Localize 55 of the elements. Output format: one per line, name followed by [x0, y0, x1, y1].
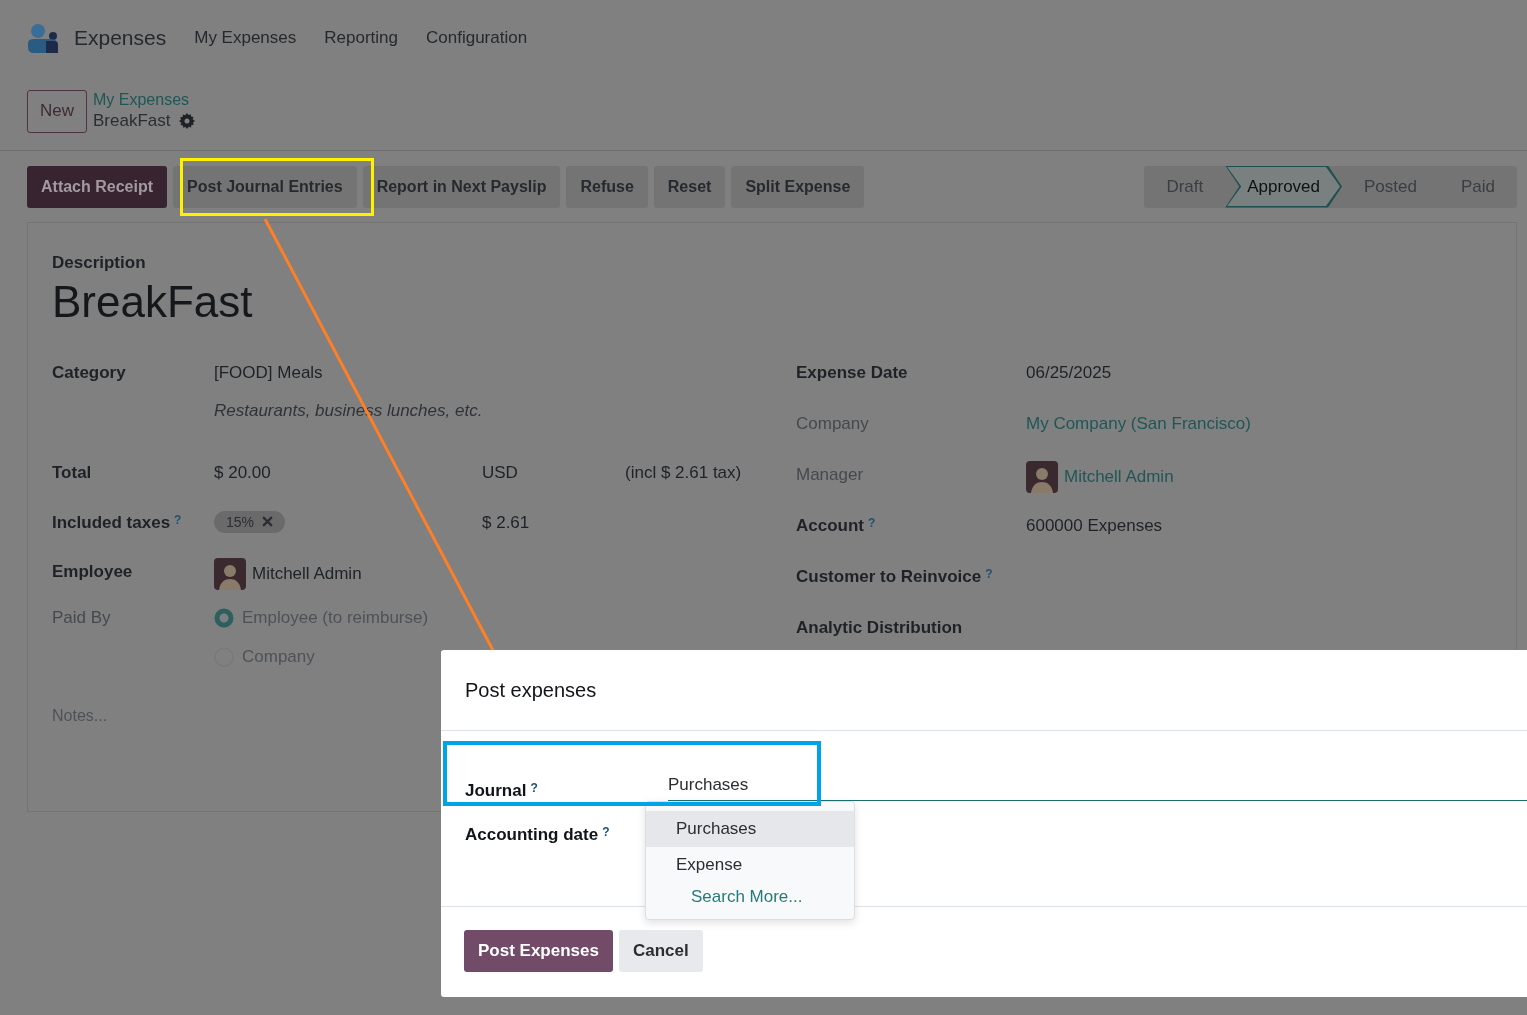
field-label: Customer to Reinvoice ?: [796, 567, 994, 587]
tax-note: (incl $ 2.61 tax): [625, 463, 743, 483]
action-button[interactable]: Report in Next Payslip: [362, 165, 561, 208]
field-label: Manager: [796, 465, 865, 485]
field-label: Total: [52, 463, 93, 483]
field-label: Category: [52, 363, 127, 383]
manager-link[interactable]: Mitchell Admin: [1064, 467, 1174, 487]
app-logo-icon[interactable]: [26, 23, 60, 53]
record-name: BreakFast: [93, 111, 171, 131]
field-value: $ 2.61: [482, 513, 531, 533]
new-button[interactable]: New: [27, 89, 87, 133]
field-value[interactable]: USD: [482, 463, 625, 483]
field-label: Included taxes ?: [52, 513, 183, 533]
dropdown-option[interactable]: Purchases: [646, 811, 854, 847]
expense-title[interactable]: BreakFast: [52, 277, 1492, 327]
field-label: Paid By: [52, 608, 112, 628]
status-stage[interactable]: Posted: [1342, 165, 1439, 208]
field-label: Company: [796, 414, 870, 434]
field-value: 600000 Expenses: [1026, 516, 1164, 536]
field-label: Employee: [52, 562, 134, 582]
field-label: Analytic Distribution: [796, 618, 964, 638]
field-label: Account ?: [796, 516, 877, 536]
status-stage[interactable]: Paid: [1438, 165, 1517, 208]
status-stage[interactable]: Approved: [1225, 165, 1343, 208]
action-button[interactable]: Attach Receipt: [27, 165, 168, 208]
field-label: Journal ?: [465, 781, 539, 801]
dropdown-option[interactable]: Expense: [646, 847, 854, 883]
field-value[interactable]: $ 20.00: [214, 463, 482, 483]
dialog-button[interactable]: Cancel: [618, 930, 703, 972]
menu-item[interactable]: Configuration: [426, 28, 528, 48]
field-value[interactable]: [FOOD] Meals: [214, 363, 796, 383]
search-more-link[interactable]: Search More...: [646, 883, 848, 911]
status-stage[interactable]: Draft: [1144, 165, 1226, 208]
field-label: Expense Date: [796, 363, 909, 383]
company-link[interactable]: My Company (San Francisco): [1026, 414, 1492, 434]
avatar-icon: [214, 558, 246, 590]
app-name[interactable]: Expenses: [74, 26, 167, 50]
settings-icon[interactable]: [178, 113, 195, 129]
breadcrumb-link[interactable]: My Expenses: [93, 91, 195, 109]
dialog-title: Post expenses: [465, 678, 597, 702]
field-value: 06/25/2025: [1026, 363, 1113, 383]
action-button[interactable]: Reset: [653, 165, 726, 208]
action-button[interactable]: Refuse: [566, 165, 648, 208]
menu-item[interactable]: Reporting: [324, 28, 398, 48]
tax-tag[interactable]: 15%: [214, 510, 286, 533]
field-label: Description: [52, 253, 147, 273]
action-button[interactable]: Post Journal Entries: [173, 165, 357, 208]
avatar-icon: [1026, 461, 1058, 493]
remove-icon[interactable]: [262, 516, 274, 527]
field-value[interactable]: Mitchell Admin: [252, 564, 362, 584]
field-label: Accounting date ?: [465, 825, 611, 845]
action-button[interactable]: Split Expense: [731, 165, 865, 208]
dialog-button[interactable]: Post Expenses: [464, 930, 613, 972]
menu-item[interactable]: My Expenses: [194, 28, 297, 48]
radio-button[interactable]: [214, 608, 234, 628]
